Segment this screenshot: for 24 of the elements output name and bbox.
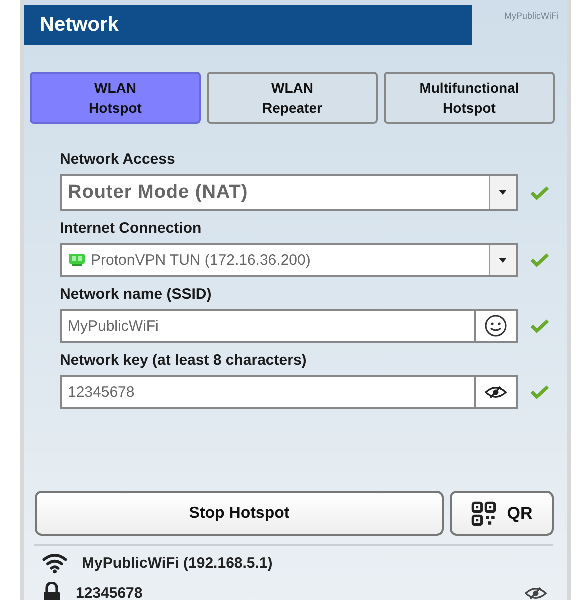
section-title: Network — [40, 14, 119, 36]
dropdown-field[interactable]: Router Mode (NAT) — [60, 174, 518, 211]
qr-button[interactable]: QR — [450, 491, 554, 536]
stop-hotspot-button[interactable]: Stop Hotspot — [35, 491, 444, 536]
dropdown-field[interactable]: ProtonVPN TUN (172.16.36.200) — [60, 243, 518, 277]
mode-tab[interactable]: WLAN Hotspot — [30, 72, 201, 124]
status-text: 12345678 — [76, 584, 144, 600]
field-label: Network name (SSID) — [60, 287, 213, 303]
input-field[interactable]: 12345678 — [60, 375, 518, 409]
input-field[interactable]: MyPublicWiFi — [60, 309, 518, 343]
mode-tab[interactable]: WLAN Repeater — [207, 72, 378, 124]
field-label: Network key (at least 8 characters) — [60, 353, 308, 369]
field-label: Network Access — [60, 152, 176, 168]
eye-icon[interactable] — [525, 586, 547, 600]
status-text: MyPublicWiFi (192.168.5.1) — [82, 554, 274, 572]
network-adapter-icon — [68, 253, 86, 267]
qr-code-icon — [471, 500, 498, 526]
lock-icon — [42, 582, 62, 600]
field-label: Internet Connection — [60, 221, 203, 237]
smiley-icon[interactable] — [484, 314, 508, 338]
mode-tab[interactable]: Multifunctional Hotspot — [384, 72, 555, 124]
brand-label: MyPublicWiFi — [504, 11, 559, 21]
wifi-icon — [42, 552, 68, 574]
eye-icon[interactable] — [485, 386, 507, 398]
